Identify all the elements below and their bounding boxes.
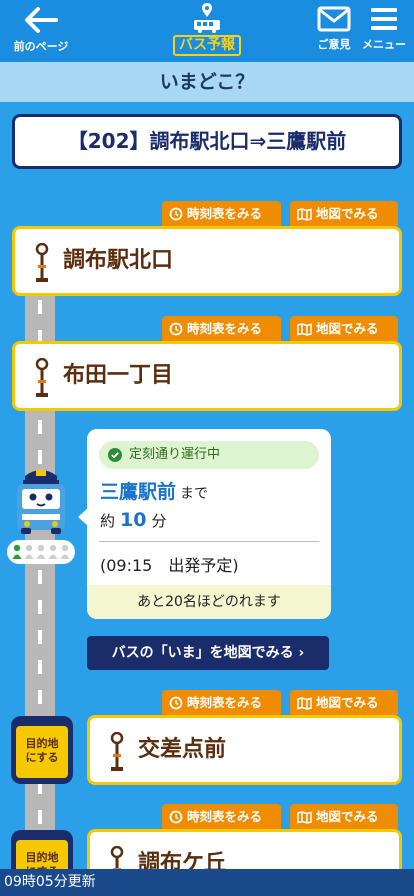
timetable-link[interactable]: 時刻表をみる [162,316,281,341]
person-icon [48,544,58,559]
set-destination-line1: 目的地 [25,737,59,750]
eta-minutes: 10 [120,509,147,531]
mail-icon [317,6,351,32]
back-label: 前のページ [13,40,69,53]
map-link-label: 地図でみる [316,695,379,710]
opinion-button[interactable]: ご意見 [308,6,360,52]
clock-icon [169,696,183,710]
clock-icon [169,207,183,221]
timetable-link[interactable]: 時刻表をみる [162,690,281,715]
timetable-link-label: 時刻表をみる [187,321,263,336]
bus-stop-icon [35,243,49,282]
timetable-link[interactable]: 時刻表をみる [162,201,281,226]
set-destination-button[interactable]: 目的地 にする [11,716,73,784]
stop-name: 調布駅北口 [63,248,174,273]
stop-name: 交差点前 [138,737,227,762]
destination-suffix: まで [180,486,209,502]
check-circle-icon [108,448,122,462]
logo-text: バス予報 [173,35,241,56]
page-title: いまどこ？ [0,62,414,102]
bus-status-card: 定刻通り運行中 三鷹駅前 まで 約 10 分 (09:15 出発予定) あと20名ほど… [87,429,331,619]
location-pin-icon [202,3,212,17]
set-destination-label: 目的地 にする [16,726,68,778]
ontime-badge: 定刻通り運行中 [99,441,319,469]
ontime-label: 定刻通り運行中 [129,447,221,462]
menu-button[interactable]: メニュー [358,6,410,52]
map-icon [297,208,312,221]
clock-icon [169,810,183,824]
bus-stop-icon [35,358,49,397]
map-link[interactable]: 地図でみる [290,201,398,226]
bus-mascot-icon [17,470,65,534]
stop-card[interactable]: 調布駅北口 [12,226,402,296]
app-header: 前のページ バス予報 ご意見 メニュー [0,0,414,62]
bus-icon [194,20,220,33]
back-button[interactable]: 前のページ [6,6,76,54]
set-destination-line2: にする [25,751,59,764]
person-icon [24,544,34,559]
occupancy-indicator [7,540,75,564]
map-link[interactable]: 地図でみる [290,804,398,829]
bus-now-map-button[interactable]: バスの「いま」を地図でみる › [87,636,329,670]
person-icon [60,544,70,559]
last-updated: 09時05分更新 [0,869,414,896]
destination-line: 三鷹駅前 まで [100,477,208,504]
map-icon [297,811,312,824]
bus-stop-icon [110,732,124,771]
stop-name: 布田一丁目 [63,363,174,388]
timetable-link-label: 時刻表をみる [187,695,263,710]
eta-unit: 分 [151,512,167,530]
app-logo: バス予報 [173,2,241,58]
menu-label: メニュー [362,38,406,51]
clock-icon [169,322,183,336]
eta-approx: 約 [100,512,116,530]
back-arrow-icon [25,7,58,33]
stop-card[interactable]: 布田一丁目 [12,341,402,411]
destination-name: 三鷹駅前 [100,481,177,503]
eta-line: 約 10 分 [100,509,166,531]
map-link[interactable]: 地図でみる [290,690,398,715]
map-link-label: 地図でみる [316,809,379,824]
hamburger-menu-icon [371,8,397,30]
timetable-link-label: 時刻表をみる [187,809,263,824]
divider [99,541,319,542]
map-link-label: 地図でみる [316,321,379,336]
opinion-label: ご意見 [317,38,351,51]
person-icon [36,544,46,559]
map-icon [297,697,312,710]
timetable-link[interactable]: 時刻表をみる [162,804,281,829]
departure-time: (09:15 出発予定) [100,556,239,575]
person-icon [12,544,22,559]
timetable-link-label: 時刻表をみる [187,206,263,221]
set-destination-line1: 目的地 [25,851,59,864]
stop-card[interactable]: 交差点前 [87,715,402,785]
remaining-capacity: あと20名ほどのれます [87,585,331,619]
map-icon [297,323,312,336]
route-title: 【202】調布駅北口⇒三鷹駅前 [12,114,402,169]
map-link-label: 地図でみる [316,206,379,221]
occupancy-person-icons [12,544,70,559]
map-link[interactable]: 地図でみる [290,316,398,341]
